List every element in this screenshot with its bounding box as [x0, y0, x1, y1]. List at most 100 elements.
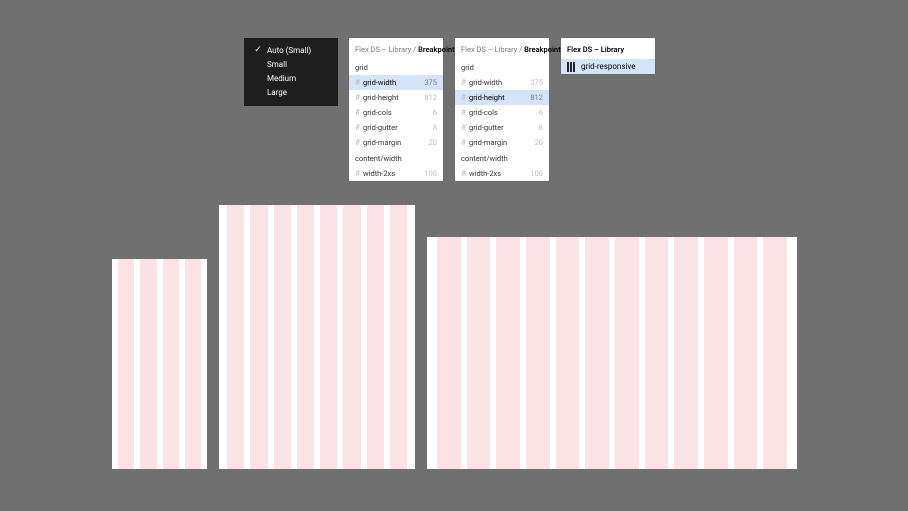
grid-column	[250, 205, 267, 469]
number-icon: #	[355, 139, 363, 147]
artboard-large[interactable]	[427, 237, 797, 469]
number-icon: #	[461, 124, 469, 132]
number-icon: #	[355, 109, 363, 117]
breakpoint-dropdown[interactable]: ✓ Auto (Small) Small Medium Large	[244, 38, 338, 106]
grid-column	[496, 237, 520, 469]
variable-value: 20	[535, 138, 543, 147]
check-icon	[253, 59, 263, 69]
variable-name: grid-margin	[469, 138, 535, 147]
number-icon: #	[461, 139, 469, 147]
variable-row-grid-cols[interactable]: # grid-cols 6	[455, 105, 549, 120]
grid-column	[734, 237, 758, 469]
variable-name: grid-height	[469, 93, 530, 102]
dropdown-item-large[interactable]: Large	[244, 85, 338, 99]
columns-icon	[567, 62, 577, 72]
variable-value: 106	[424, 169, 437, 178]
variable-value: 6	[539, 108, 543, 117]
artboard-medium[interactable]	[219, 205, 415, 469]
check-icon	[253, 87, 263, 97]
variable-row-width-2xs[interactable]: # width-2xs 106	[455, 166, 549, 181]
grid-column	[185, 259, 201, 469]
dropdown-item-label: Medium	[267, 74, 296, 83]
variable-row-grid-margin[interactable]: # grid-margin 20	[455, 135, 549, 150]
variable-row-width-2xs[interactable]: # width-2xs 106	[349, 166, 443, 181]
variable-row-grid-cols[interactable]: # grid-cols 6	[349, 105, 443, 120]
grid-column	[556, 237, 580, 469]
components-panel: Flex DS – Library grid-responsive	[561, 38, 655, 74]
variable-name: grid-gutter	[363, 123, 433, 132]
variable-name: grid-margin	[363, 138, 429, 147]
variable-value: 375	[424, 78, 437, 87]
variable-row-grid-gutter[interactable]: # grid-gutter 8	[349, 120, 443, 135]
section-label: grid	[349, 59, 443, 75]
variable-row-grid-height[interactable]: # grid-height 812	[349, 90, 443, 105]
dropdown-item-medium[interactable]: Medium	[244, 71, 338, 85]
number-icon: #	[355, 79, 363, 87]
variable-value: 20	[429, 138, 437, 147]
variable-value: 375	[530, 78, 543, 87]
variable-row-grid-height[interactable]: # grid-height 812	[455, 90, 549, 105]
variable-value: 106	[530, 169, 543, 178]
check-icon: ✓	[253, 45, 263, 55]
grid-column	[227, 205, 244, 469]
variable-name: width-2xs	[363, 169, 424, 178]
dropdown-item-small[interactable]: Small	[244, 57, 338, 71]
grid-column	[674, 237, 698, 469]
breadcrumb-prefix: Flex DS – Library /	[355, 45, 418, 54]
section-label: content/width	[455, 150, 549, 166]
variable-value: 6	[433, 108, 437, 117]
variables-panel-1: Flex DS – Library / Breakpoint grid # gr…	[349, 38, 443, 181]
grid-column	[763, 237, 787, 469]
variable-name: grid-cols	[363, 108, 433, 117]
dropdown-item-label: Small	[267, 60, 287, 69]
variable-value: 8	[433, 123, 437, 132]
number-icon: #	[461, 79, 469, 87]
grid-column	[645, 237, 669, 469]
variable-name: width-2xs	[469, 169, 530, 178]
component-row-grid-responsive[interactable]: grid-responsive	[561, 59, 655, 74]
grid-column	[343, 205, 360, 469]
grid-column	[390, 205, 407, 469]
breadcrumb-current: Breakpoint	[524, 45, 561, 54]
variable-name: grid-width	[469, 78, 530, 87]
section-label: grid	[455, 59, 549, 75]
variable-name: grid-height	[363, 93, 424, 102]
variable-name: grid-gutter	[469, 123, 539, 132]
breadcrumb[interactable]: Flex DS – Library / Breakpoint	[349, 38, 443, 59]
number-icon: #	[355, 170, 363, 178]
number-icon: #	[461, 94, 469, 102]
grid-column	[367, 205, 384, 469]
variables-panel-2: Flex DS – Library / Breakpoint grid # gr…	[455, 38, 549, 181]
grid-column	[467, 237, 491, 469]
variable-row-grid-width[interactable]: # grid-width 375	[349, 75, 443, 90]
variable-row-grid-margin[interactable]: # grid-margin 20	[349, 135, 443, 150]
section-label: content/width	[349, 150, 443, 166]
number-icon: #	[355, 124, 363, 132]
variable-value: 812	[424, 93, 437, 102]
variable-value: 812	[530, 93, 543, 102]
variable-value: 8	[539, 123, 543, 132]
check-icon	[253, 73, 263, 83]
variable-name: grid-width	[363, 78, 424, 87]
artboard-small[interactable]	[112, 259, 207, 469]
grid-column	[118, 259, 134, 469]
breadcrumb-current: Breakpoint	[418, 45, 455, 54]
breadcrumb[interactable]: Flex DS – Library / Breakpoint	[455, 38, 549, 59]
grid-column	[704, 237, 728, 469]
grid-column	[163, 259, 179, 469]
grid-column	[585, 237, 609, 469]
grid-column	[437, 237, 461, 469]
grid-column	[526, 237, 550, 469]
dropdown-item-label: Auto (Small)	[267, 46, 311, 55]
variable-row-grid-width[interactable]: # grid-width 375	[455, 75, 549, 90]
grid-column	[615, 237, 639, 469]
component-name: grid-responsive	[581, 62, 636, 71]
breadcrumb-current: Flex DS – Library	[567, 45, 624, 54]
variable-name: grid-cols	[469, 108, 539, 117]
grid-column	[297, 205, 314, 469]
dropdown-item-label: Large	[267, 88, 287, 97]
number-icon: #	[355, 94, 363, 102]
breadcrumb[interactable]: Flex DS – Library	[561, 38, 655, 59]
variable-row-grid-gutter[interactable]: # grid-gutter 8	[455, 120, 549, 135]
dropdown-item-auto[interactable]: ✓ Auto (Small)	[244, 43, 338, 57]
